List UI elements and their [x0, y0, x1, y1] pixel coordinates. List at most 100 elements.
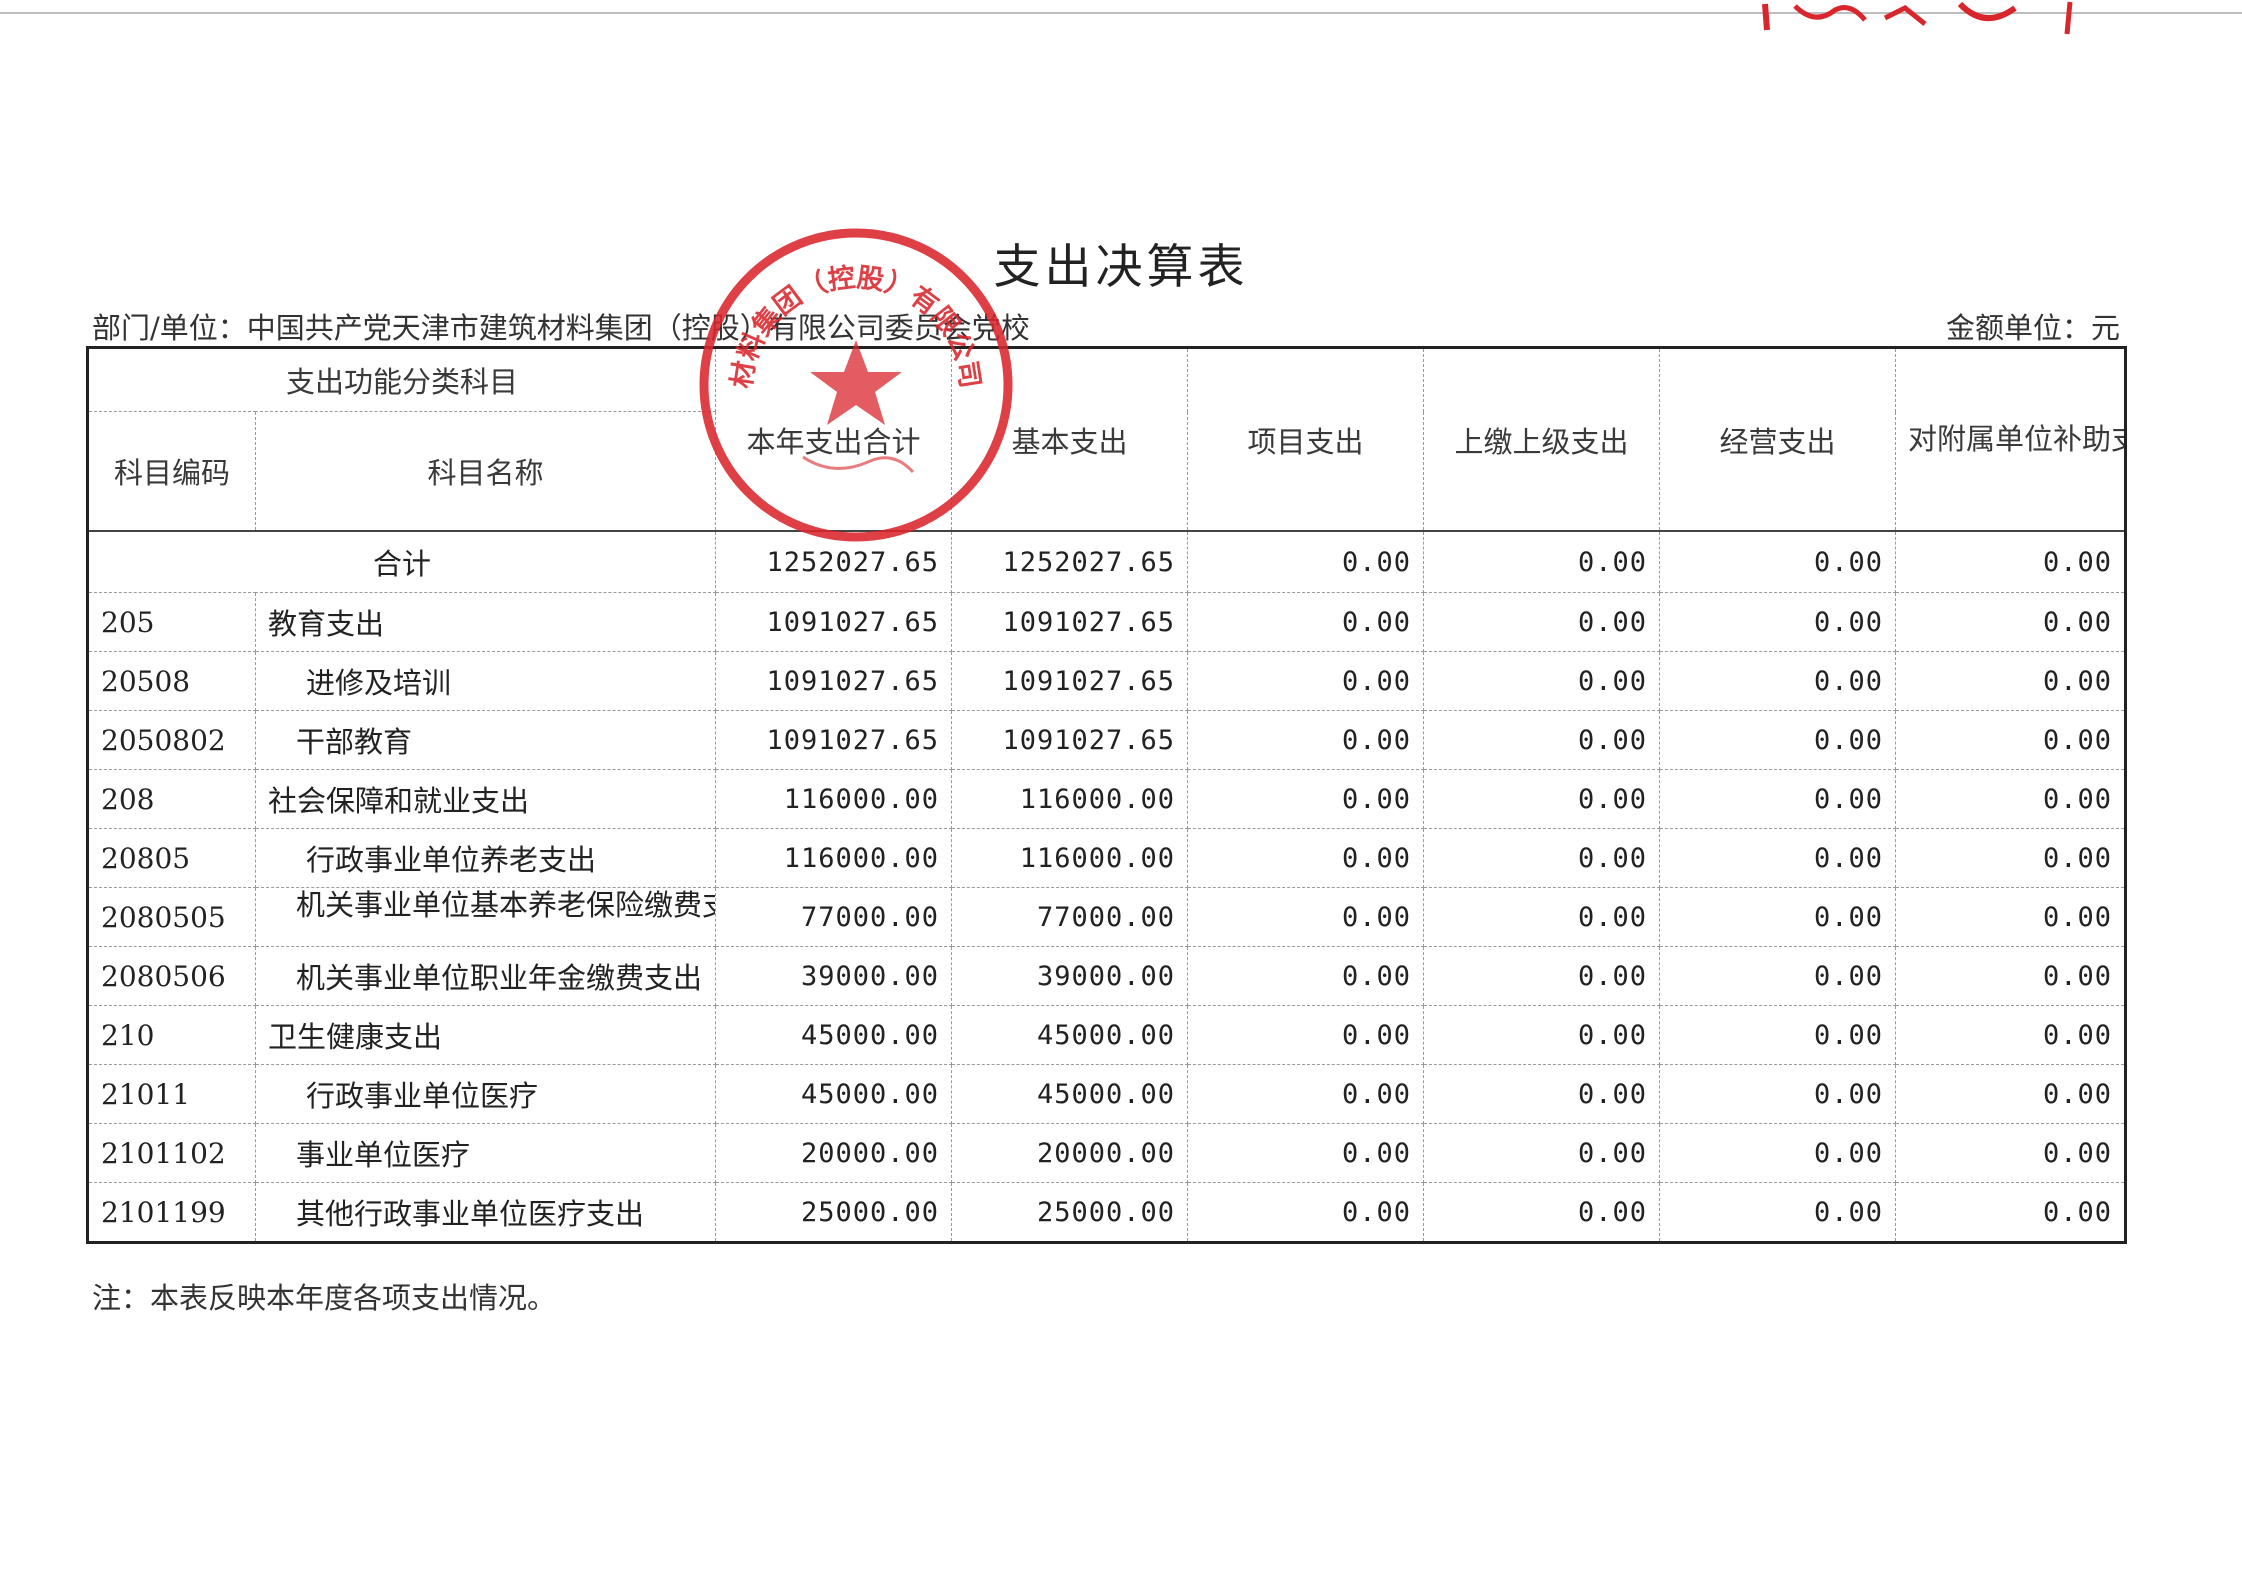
row-code: 205 [87, 592, 256, 652]
row-value: 0.00 [1187, 1182, 1425, 1243]
row-value: 39000.00 [715, 946, 953, 1006]
row-name: 机关事业单位基本养老保险缴费支出 [254, 887, 717, 947]
row-code: 2080506 [87, 946, 256, 1006]
row-value: 0.00 [1895, 1182, 2127, 1243]
row-name: 卫生健康支出 [254, 1005, 717, 1065]
table-note: 注：本表反映本年度各项支出情况。 [92, 1281, 557, 1315]
expenditure-table: 支出功能分类科目 本年支出合计 基本支出 项目支出 上缴上级支出 经营支出 对附… [86, 346, 2128, 1244]
table-row: 2080506 机关事业单位职业年金缴费支出 39000.00 39000.00 0.0… [87, 946, 2127, 1006]
row-value: 116000.00 [951, 828, 1189, 888]
row-value: 1091027.65 [951, 651, 1189, 711]
row-value: 0.00 [1187, 710, 1425, 770]
row-value: 0.00 [1659, 592, 1897, 652]
col-header-business: 经营支出 [1659, 347, 1897, 532]
total-value: 1252027.65 [715, 530, 953, 593]
function-category-header: 支出功能分类科目 [86, 347, 717, 412]
row-value: 0.00 [1895, 946, 2127, 1006]
row-value: 0.00 [1659, 887, 1897, 947]
row-value: 45000.00 [715, 1064, 953, 1124]
row-value: 0.00 [1895, 769, 2127, 829]
row-value: 0.00 [1423, 1064, 1661, 1124]
table-row: 2101199 其他行政事业单位医疗支出 25000.00 25000.00 0.00 0… [87, 1182, 2127, 1243]
row-value: 0.00 [1187, 651, 1425, 711]
row-name: 行政事业单位医疗 [254, 1064, 717, 1124]
row-value: 0.00 [1423, 946, 1661, 1006]
row-name: 机关事业单位职业年金缴费支出 [254, 946, 717, 1006]
row-value: 25000.00 [951, 1182, 1189, 1243]
row-value: 0.00 [1659, 946, 1897, 1006]
row-value: 116000.00 [951, 769, 1189, 829]
row-value: 1091027.65 [951, 592, 1189, 652]
row-name: 社会保障和就业支出 [254, 769, 717, 829]
col-header-basic: 基本支出 [951, 347, 1189, 532]
row-value: 0.00 [1423, 1005, 1661, 1065]
col-header-subsidy: 对附属单位补助支出 [1895, 347, 2127, 532]
table-row: 20508 进修及培训 1091027.65 1091027.65 0.00 0.00 0.… [87, 651, 2127, 711]
table-row: 208 社会保障和就业支出 116000.00 116000.00 0.00 0.00 0.… [87, 769, 2127, 829]
row-name: 教育支出 [254, 592, 717, 652]
row-value: 0.00 [1659, 1005, 1897, 1065]
code-header: 科目编码 [87, 411, 256, 532]
row-value: 0.00 [1659, 710, 1897, 770]
row-value: 0.00 [1895, 1005, 2127, 1065]
row-value: 0.00 [1187, 1005, 1425, 1065]
row-value: 45000.00 [715, 1005, 953, 1065]
table-row: 21011 行政事业单位医疗 45000.00 45000.00 0.00 0.00 0.0… [87, 1064, 2127, 1124]
row-code: 21011 [87, 1064, 256, 1124]
row-code: 208 [87, 769, 256, 829]
total-value: 0.00 [1423, 530, 1661, 593]
row-value: 1091027.65 [715, 592, 953, 652]
row-value: 0.00 [1659, 1123, 1897, 1183]
row-value: 0.00 [1187, 828, 1425, 888]
row-code: 2101102 [87, 1123, 256, 1183]
row-value: 45000.00 [951, 1005, 1189, 1065]
row-value: 0.00 [1895, 887, 2127, 947]
row-value: 39000.00 [951, 946, 1189, 1006]
row-name: 行政事业单位养老支出 [254, 828, 717, 888]
row-value: 116000.00 [715, 828, 953, 888]
row-value: 0.00 [1187, 1123, 1425, 1183]
row-value: 20000.00 [715, 1123, 953, 1183]
row-value: 0.00 [1423, 710, 1661, 770]
total-value: 0.00 [1187, 530, 1425, 593]
row-value: 0.00 [1895, 651, 2127, 711]
row-value: 116000.00 [715, 769, 953, 829]
total-value: 0.00 [1895, 530, 2127, 593]
row-value: 0.00 [1423, 651, 1661, 711]
row-code: 210 [87, 1005, 256, 1065]
row-name: 进修及培训 [254, 651, 717, 711]
row-value: 77000.00 [715, 887, 953, 947]
table-row: 205 教育支出 1091027.65 1091027.65 0.00 0.00 0.00 0… [87, 592, 2127, 652]
document-title: 支出决算表 [993, 240, 1249, 295]
row-code: 20508 [87, 651, 256, 711]
row-value: 0.00 [1423, 1182, 1661, 1243]
row-value: 0.00 [1423, 1123, 1661, 1183]
row-value: 1091027.65 [951, 710, 1189, 770]
row-value: 0.00 [1895, 710, 2127, 770]
row-value: 0.00 [1423, 592, 1661, 652]
row-value: 0.00 [1187, 946, 1425, 1006]
row-code: 20805 [87, 828, 256, 888]
row-code: 2101199 [87, 1182, 256, 1243]
row-value: 0.00 [1187, 1064, 1425, 1124]
name-header: 科目名称 [254, 411, 717, 532]
table-row: 2050802 干部教育 1091027.65 1091027.65 0.00 0.00 0… [87, 710, 2127, 770]
row-value: 0.00 [1659, 1064, 1897, 1124]
row-value: 1091027.65 [715, 651, 953, 711]
row-value: 0.00 [1423, 887, 1661, 947]
row-value: 0.00 [1187, 769, 1425, 829]
row-value: 0.00 [1187, 887, 1425, 947]
row-value: 0.00 [1895, 828, 2127, 888]
col-header-total: 本年支出合计 [715, 347, 953, 532]
row-value: 0.00 [1895, 592, 2127, 652]
row-name: 事业单位医疗 [254, 1123, 717, 1183]
partial-stamp-mark [1762, 1, 2073, 35]
table-row: 20805 行政事业单位养老支出 116000.00 116000.00 0.00 0.0… [87, 828, 2127, 888]
row-value: 1091027.65 [715, 710, 953, 770]
row-value: 0.00 [1423, 769, 1661, 829]
col-header-remit: 上缴上级支出 [1423, 347, 1661, 532]
row-value: 0.00 [1895, 1064, 2127, 1124]
total-label: 合计 [86, 530, 717, 593]
row-value: 45000.00 [951, 1064, 1189, 1124]
row-value: 0.00 [1659, 651, 1897, 711]
